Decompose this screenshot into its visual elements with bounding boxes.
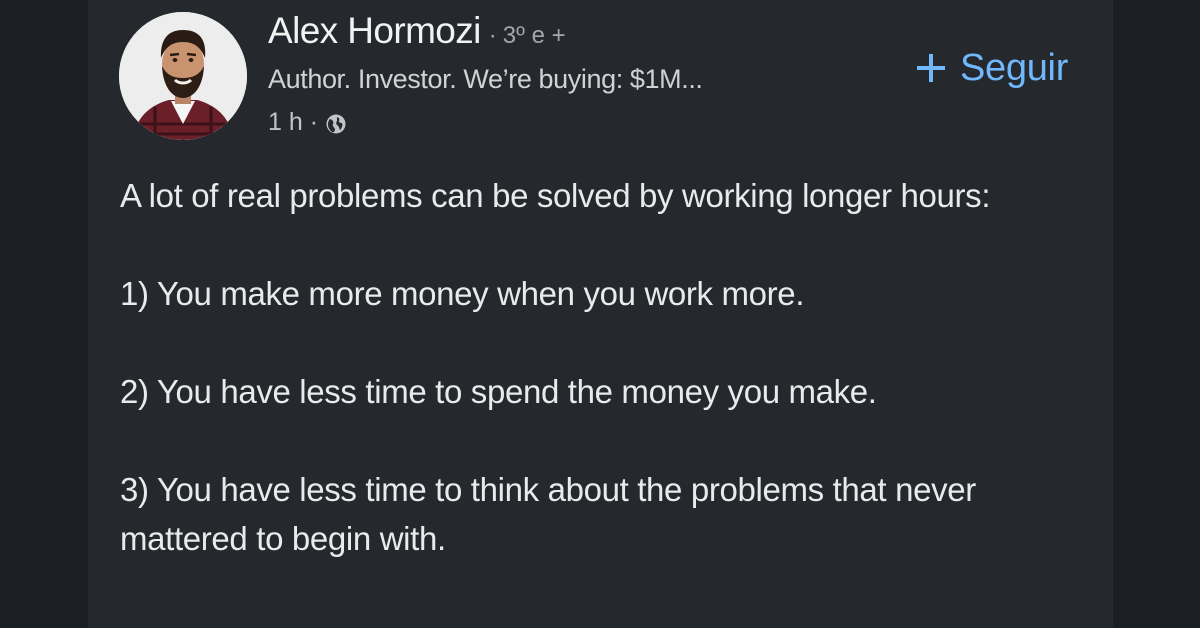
author-name[interactable]: Alex Hormozi [268, 10, 481, 52]
follow-button[interactable]: Seguir [916, 42, 1068, 94]
page-background: Alex Hormozi · 3º e + Author. Investor. … [0, 0, 1200, 628]
author-headline: Author. Investor. We’re buying: $1M... [268, 64, 703, 94]
post-paragraph-point-1: 1) You make more money when you work mor… [120, 275, 805, 312]
post-paragraph-point-2: 2) You have less time to spend the money… [120, 373, 877, 410]
post-time: 1 h [268, 108, 303, 136]
author-name-row: Alex Hormozi · 3º e + [268, 10, 566, 56]
feed-post-card: Alex Hormozi · 3º e + Author. Investor. … [88, 0, 1113, 628]
follow-label: Seguir [960, 46, 1069, 89]
connection-separator: · [488, 22, 497, 49]
post-meta: 1 h · [268, 108, 347, 137]
post-paragraph-point-3: 3) You have less time to think about the… [120, 471, 976, 557]
meta-separator: · [309, 108, 319, 136]
plus-icon [916, 53, 946, 83]
connection-degree: 3º e + [502, 22, 566, 49]
globe-icon [325, 113, 347, 135]
avatar[interactable] [119, 12, 247, 140]
post-paragraph-intro: A lot of real problems can be solved by … [120, 177, 991, 214]
avatar-portrait [119, 12, 247, 140]
post-body: A lot of real problems can be solved by … [120, 171, 1080, 563]
